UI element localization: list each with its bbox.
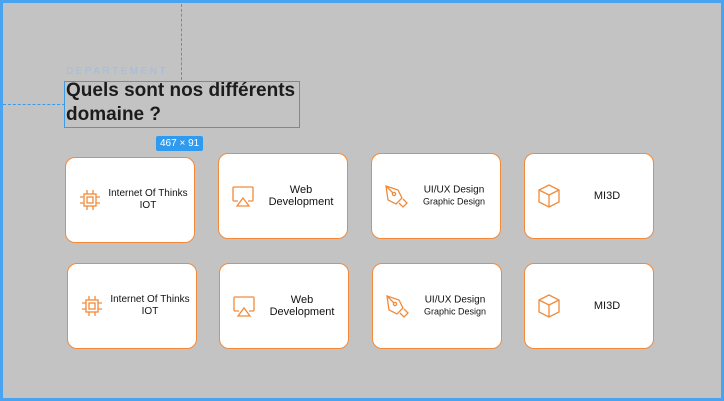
card-title: Web Development [268,184,334,208]
card-title: MI3D [593,300,621,312]
domain-card-uiux-2[interactable]: UI/UX Design Graphic Design [372,263,502,349]
title-line-1: Quels sont nos différents [66,80,296,101]
domain-card-mi3d-2[interactable]: MI3D [524,263,654,349]
card-title: UI/UX Design [423,184,485,196]
selection-size-badge: 467 × 91 [156,136,204,151]
card-subtitle: IOT [141,306,159,317]
cube-icon [538,184,560,208]
domain-card-mi3d[interactable]: MI3D [524,153,654,239]
section-eyebrow: DEPARTEMENT [66,66,169,77]
chip-icon [80,190,100,210]
card-title: Internet Of Thinks [110,294,190,305]
title-line-2: domaine ? [66,104,162,125]
domain-card-uiux[interactable]: UI/UX Design Graphic Design [371,153,501,239]
card-title: UI/UX Design [424,294,486,306]
card-subtitle: IOT [139,200,157,211]
domain-card-web-2[interactable]: Web Development [219,263,349,349]
cube-icon [538,294,560,318]
domain-card-iot[interactable]: Internet Of Thinks IOT [65,157,195,243]
monitor-icon [232,186,254,207]
domain-card-web[interactable]: Web Development [218,153,348,239]
domain-card-iot-2[interactable]: Internet Of Thinks IOT [67,263,197,349]
card-title: Web Development [269,294,335,318]
card-subtitle: Graphic Design [423,306,487,317]
monitor-icon [233,296,255,317]
card-title: Internet Of Thinks [108,188,188,199]
chip-icon [82,296,102,316]
card-title: MI3D [593,190,621,202]
pen-icon [386,295,409,318]
vertical-guide [181,4,182,80]
section-title[interactable]: Quels sont nos différents domaine ? [66,79,306,127]
card-subtitle: Graphic Design [422,196,486,207]
horizontal-guide [3,104,65,105]
pen-icon [385,185,408,208]
